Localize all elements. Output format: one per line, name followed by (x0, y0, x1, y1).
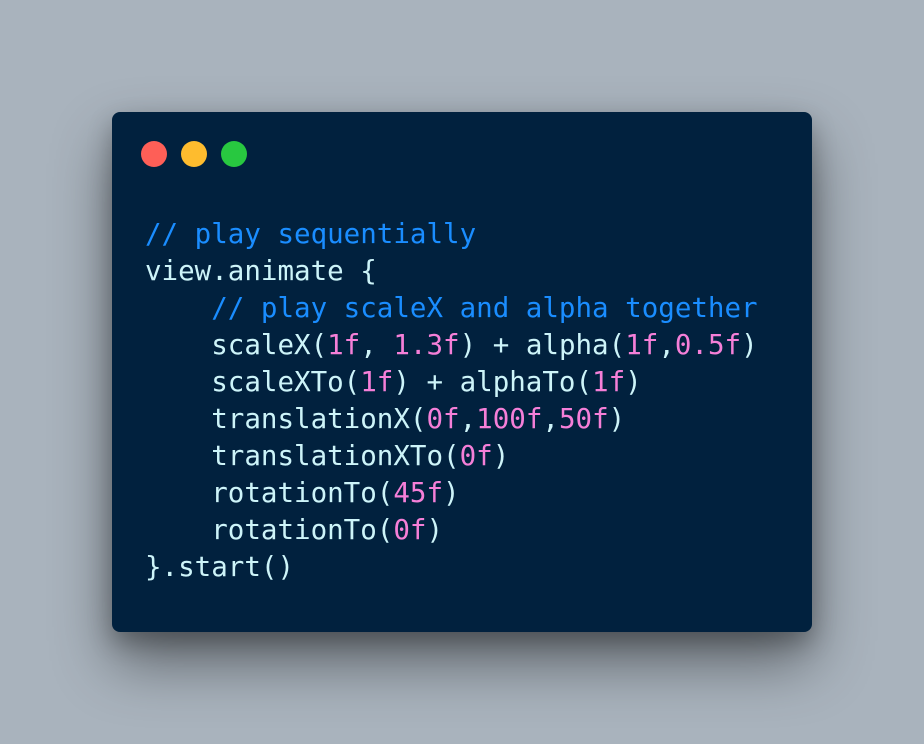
code-text: , (658, 329, 675, 361)
code-text: ) + alphaTo( (393, 366, 593, 398)
code-number: 1f (360, 366, 394, 398)
code-line: // play sequentially (145, 216, 758, 253)
code-line: translationX(0f,100f,50f) (145, 401, 758, 438)
window-controls (141, 141, 247, 167)
code-line: translationXTo(0f) (145, 438, 758, 475)
code-text: ) + alpha( (459, 329, 626, 361)
zoom-control[interactable] (221, 141, 247, 167)
code-window: // play sequentially view.animate { // pl… (112, 112, 812, 632)
code-text: scaleX( (145, 329, 328, 361)
code-number: 100f (476, 403, 543, 435)
code-text: scaleXTo( (145, 366, 361, 398)
code-text: , (360, 329, 394, 361)
minimize-control[interactable] (181, 141, 207, 167)
code-text: ) (608, 403, 626, 435)
code-text: ) (443, 477, 460, 509)
close-control[interactable] (141, 141, 167, 167)
code-line: scaleX(1f, 1.3f) + alpha(1f,0.5f) (145, 327, 758, 364)
code-line: rotationTo(0f) (145, 512, 758, 549)
code-text: rotationTo( (145, 514, 394, 546)
code-number: 0f (393, 514, 427, 546)
code-number: 0f (426, 403, 460, 435)
code-number: 0f (459, 440, 493, 472)
code-text: , (459, 403, 477, 435)
code-number: 1f (327, 329, 361, 361)
code-line: // play scaleX and alpha together (145, 290, 758, 327)
code-number: 0.5f (674, 329, 742, 361)
code-number: 1.3f (393, 329, 460, 361)
code-number: 1f (625, 329, 659, 361)
code-comment: // play sequentially (145, 218, 477, 250)
code-text: , (542, 403, 559, 435)
code-text: }.start() (145, 551, 295, 583)
code-line: scaleXTo(1f) + alphaTo(1f) (145, 364, 758, 401)
code-number: 50f (558, 403, 609, 435)
code-text: ) (741, 329, 758, 361)
code-text: rotationTo( (145, 477, 394, 509)
code-text: ) (492, 440, 510, 472)
code-text: translationXTo( (145, 440, 460, 472)
code-text: ) (426, 514, 444, 546)
code-line: }.start() (145, 549, 758, 586)
code-number: 1f (592, 366, 626, 398)
code-comment: // play scaleX and alpha together (211, 292, 758, 324)
code-line: rotationTo(45f) (145, 475, 758, 512)
code-text: translationX( (145, 403, 427, 435)
code-number: 45f (393, 477, 444, 509)
code-block: // play sequentially view.animate { // pl… (145, 216, 758, 586)
code-line: view.animate { (145, 253, 758, 290)
code-text: view.animate { (145, 255, 377, 287)
code-text: ) (625, 366, 642, 398)
